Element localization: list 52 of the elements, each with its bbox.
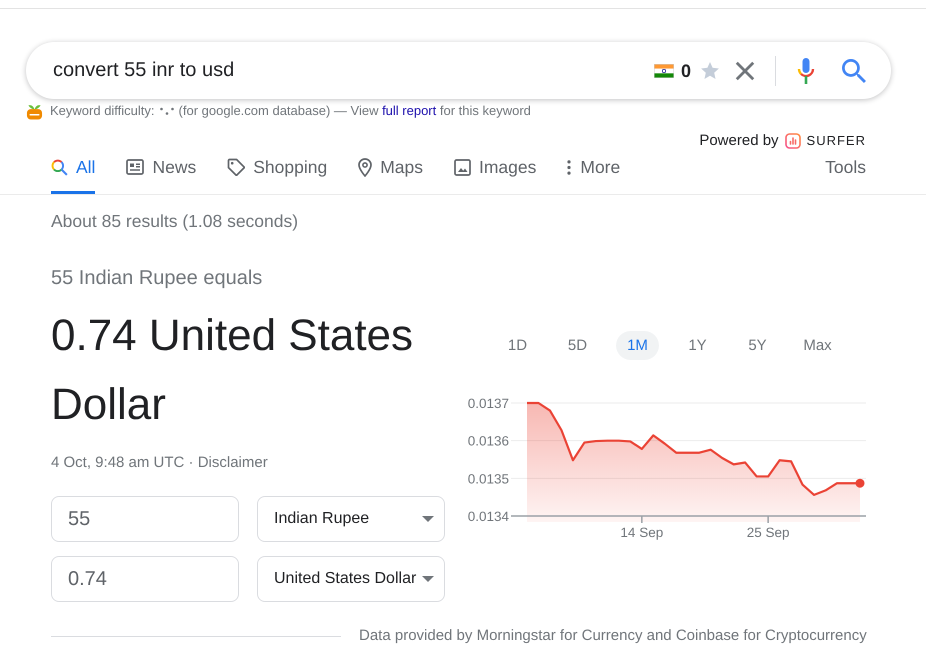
x-axis-label: 14 Sep [620, 525, 664, 540]
range-tab[interactable]: 1D [496, 331, 539, 360]
star-icon[interactable] [701, 62, 719, 79]
brand-name: SURFER [806, 132, 866, 150]
search-tab[interactable]: Maps [358, 150, 423, 194]
caret-icon [422, 516, 434, 522]
range-tab[interactable]: 1Y [676, 331, 719, 360]
conversion-label: 55 Indian Rupee equals [51, 266, 262, 291]
bar-chart-logo-icon [784, 133, 801, 149]
search-tab[interactable]: More [567, 150, 620, 194]
close-icon[interactable] [735, 60, 755, 80]
search-tab[interactable]: News [126, 150, 196, 194]
map-pin-icon [358, 158, 372, 176]
range-tab[interactable]: Max [796, 331, 839, 360]
flag-icon [654, 64, 674, 78]
y-axis-label: 0.0135 [468, 471, 509, 486]
range-tab[interactable]: 5D [556, 331, 599, 360]
more-vertical-icon [567, 160, 572, 174]
newspaper-icon [126, 159, 144, 175]
search-tab[interactable]: Images [454, 150, 536, 194]
search-input[interactable]: convert 55 inr to usd [53, 58, 644, 84]
powered-by-label: Powered by [699, 132, 779, 150]
x-axis-label: 25 Sep [746, 525, 790, 540]
currency-dropdown[interactable]: Indian Rupee [257, 496, 445, 542]
conversion-result: 0.74 United States Dollar [51, 310, 414, 431]
y-axis-label: 0.0134 [468, 509, 509, 524]
tools-button[interactable]: Tools [825, 150, 866, 194]
currency-dropdown[interactable]: United States Dollar [257, 556, 445, 602]
rank-count: 0 [680, 60, 691, 82]
results-count: About 85 results (1.08 seconds) [51, 210, 298, 232]
tag-icon [227, 158, 246, 176]
search-tab[interactable]: All [51, 150, 96, 194]
y-axis-label: 0.0137 [468, 396, 509, 411]
range-tab[interactable]: 1M [616, 331, 659, 360]
search-icon[interactable] [842, 58, 866, 82]
data-source-note: Data provided by Morningstar for Currency and Coinbase for Cryptocurrency [359, 627, 867, 645]
full-report-link[interactable]: full report [382, 103, 436, 118]
search-icon [51, 158, 68, 176]
y-axis-label: 0.0136 [468, 434, 509, 449]
disclaimer-link[interactable]: Disclaimer [198, 454, 268, 471]
caret-icon [422, 576, 434, 582]
loading-dots-icon [160, 107, 174, 115]
image-icon [454, 158, 471, 176]
search-tab[interactable]: Shopping [227, 150, 328, 194]
timestamp: 4 Oct, 9:48 am UTC · Disclaimer [51, 453, 268, 473]
amount-input[interactable]: 55 [51, 496, 239, 542]
microphone-icon[interactable] [797, 58, 815, 84]
extension-logo-icon [26, 102, 43, 120]
range-tab[interactable]: 5Y [736, 331, 779, 360]
keyword-difficulty-label: Keyword difficulty: [50, 103, 155, 119]
keyword-database-note: (for google.com database) — View full report for this keyword [178, 103, 531, 119]
amount-input[interactable]: 0.74 [51, 556, 239, 602]
